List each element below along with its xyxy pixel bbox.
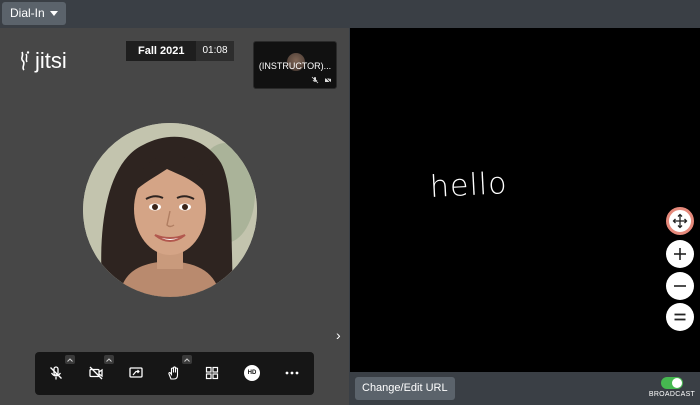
participant-avatar [83, 123, 257, 297]
zoom-reset-button[interactable] [666, 303, 694, 331]
top-bar: Dial-In [0, 0, 700, 28]
meeting-toolbar: HD [35, 352, 314, 395]
minus-icon [674, 285, 686, 287]
tile-view-icon [205, 366, 219, 380]
camera-toggle-button[interactable] [85, 362, 107, 384]
jitsi-logo: jitsi [18, 48, 67, 74]
meeting-timer: 01:08 [196, 41, 234, 61]
change-url-button[interactable]: Change/Edit URL [355, 377, 455, 400]
raise-hand-button[interactable] [163, 362, 185, 384]
mic-off-icon [50, 366, 62, 380]
broadcast-control[interactable]: BROADCAST [648, 377, 696, 398]
whiteboard-handwriting: hello [429, 165, 509, 206]
logo-text: jitsi [35, 48, 67, 73]
camera-off-icon [89, 366, 103, 380]
thumbnail-status-icons [311, 76, 332, 84]
camera-off-icon [324, 76, 332, 84]
tile-view-button[interactable] [201, 362, 223, 384]
more-icon [285, 371, 299, 375]
plus-icon [674, 248, 686, 260]
zoom-in-button[interactable] [666, 240, 694, 268]
chevron-right-icon[interactable]: › [336, 327, 341, 343]
dial-in-dropdown[interactable]: Dial-In [2, 2, 66, 25]
equals-icon [674, 313, 686, 321]
hd-badge: HD [244, 365, 260, 381]
face-illustration [83, 123, 257, 297]
more-actions-button[interactable] [281, 362, 303, 384]
broadcast-label: BROADCAST [648, 391, 696, 398]
chevron-up-icon [106, 357, 112, 362]
chevron-up-icon [67, 357, 73, 362]
video-conference-panel: jitsi Fall 2021 01:08 (INSTRUCTOR)... › … [0, 28, 349, 405]
meeting-info: Fall 2021 01:08 [126, 41, 234, 61]
screen-share-button[interactable] [125, 362, 147, 384]
caret-down-icon [49, 11, 58, 16]
dial-in-label: Dial-In [10, 6, 45, 20]
broadcast-toggle[interactable] [661, 377, 683, 389]
raise-hand-icon [168, 366, 179, 380]
screen-share-icon [129, 367, 143, 378]
chevron-up-icon [184, 357, 190, 362]
pan-button[interactable] [666, 207, 694, 235]
mute-mic-button[interactable] [45, 362, 67, 384]
whiteboard-canvas[interactable]: hello [350, 28, 700, 372]
thumbnail-name: (INSTRUCTOR)... [258, 61, 332, 71]
participant-thumbnail[interactable]: (INSTRUCTOR)... [253, 41, 337, 89]
meeting-title: Fall 2021 [126, 41, 197, 61]
mic-off-icon [311, 76, 319, 84]
video-quality-button[interactable]: HD [241, 362, 263, 384]
zoom-out-button[interactable] [666, 272, 694, 300]
move-arrows-icon [672, 213, 688, 229]
jitsi-mark-icon [21, 51, 30, 71]
bottom-bar: Change/Edit URL BROADCAST [350, 372, 700, 405]
